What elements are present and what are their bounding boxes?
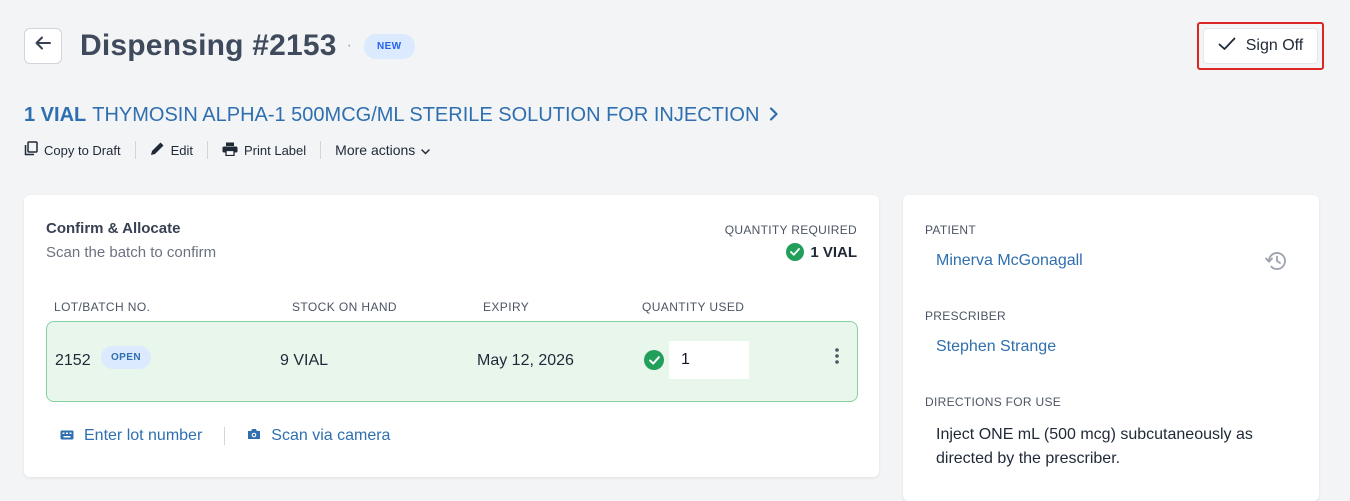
action-bar: Copy to Draft Edit Print Label More acti… [24, 141, 431, 159]
back-button[interactable] [24, 28, 62, 64]
sign-off-button[interactable]: Sign Off [1203, 28, 1318, 64]
scan-via-camera-button[interactable]: Scan via camera [247, 427, 390, 445]
patient-label: PATIENT [925, 223, 976, 237]
lot-entry-actions: Enter lot number Scan via camera [60, 427, 390, 445]
quantity-required-text: 1 VIAL [810, 243, 857, 261]
keyboard-icon [60, 427, 74, 445]
pencil-icon [150, 141, 165, 159]
medication-quantity: 1 VIAL [24, 104, 87, 126]
batch-row[interactable]: 2152 OPEN 9 VIAL May 12, 2026 [46, 321, 858, 402]
check-circle-icon [644, 350, 664, 370]
title-separator: · [346, 37, 352, 54]
divider [207, 141, 208, 159]
edit-label: Edit [170, 142, 193, 158]
quantity-required-value: 1 VIAL [786, 243, 857, 261]
quantity-used-input[interactable] [669, 341, 749, 379]
directions-label: DIRECTIONS FOR USE [925, 395, 1062, 409]
patient-name-link[interactable]: Minerva McGonagall [936, 252, 1083, 270]
arrow-left-icon [34, 34, 52, 58]
chevron-right-icon [769, 104, 779, 127]
card-subtitle: Scan the batch to confirm [46, 244, 217, 261]
medication-link[interactable]: 1 VIAL THYMOSIN ALPHA-1 500MCG/ML STERIL… [24, 104, 779, 127]
copy-icon [24, 141, 38, 159]
divider [320, 141, 322, 159]
divider [134, 141, 136, 159]
lot-number: 2152 [55, 352, 91, 369]
expiry-date: May 12, 2026 [477, 352, 574, 369]
history-icon[interactable] [1265, 251, 1287, 276]
quantity-required-label: QUANTITY REQUIRED [724, 223, 857, 237]
print-label-button[interactable]: Print Label [222, 142, 306, 159]
edit-button[interactable]: Edit [150, 141, 193, 159]
divider [224, 427, 226, 445]
enter-lot-number-button[interactable]: Enter lot number [60, 427, 202, 445]
confirm-allocate-card: Confirm & Allocate Scan the batch to con… [24, 195, 879, 477]
copy-to-draft-label: Copy to Draft [44, 142, 121, 158]
more-actions-label: More actions [335, 142, 416, 158]
card-title: Confirm & Allocate [46, 220, 181, 237]
camera-icon [247, 427, 261, 445]
directions-text: Inject ONE mL (500 mcg) subcutaneously a… [936, 426, 1253, 467]
column-header-lot: LOT/BATCH NO. [54, 300, 151, 314]
stock-on-hand: 9 VIAL [280, 352, 329, 369]
more-vertical-icon[interactable] [835, 348, 839, 367]
column-header-stock: STOCK ON HAND [292, 300, 397, 314]
sign-off-label: Sign Off [1245, 37, 1304, 54]
more-actions-dropdown[interactable]: More actions [335, 142, 431, 158]
prescriber-label: PRESCRIBER [925, 309, 1007, 323]
column-header-quantity-used: QUANTITY USED [642, 300, 745, 314]
status-badge: NEW [363, 33, 415, 59]
page-title: Dispensing #2153 [80, 29, 337, 62]
prescription-details-card: PATIENT Minerva McGonagall PRESCRIBER St… [903, 195, 1319, 501]
page-header: Dispensing #2153 · NEW [24, 28, 415, 64]
copy-to-draft-button[interactable]: Copy to Draft [24, 141, 121, 159]
lot-status-badge: OPEN [101, 346, 151, 369]
check-circle-icon [786, 243, 805, 261]
printer-icon [222, 142, 238, 159]
sign-off-highlight: Sign Off [1197, 22, 1324, 70]
print-label-label: Print Label [244, 142, 307, 158]
check-icon [1218, 37, 1236, 56]
column-header-expiry: EXPIRY [483, 300, 530, 314]
medication-name: THYMOSIN ALPHA-1 500MCG/ML STERILE SOLUT… [92, 104, 760, 126]
scan-via-camera-label: Scan via camera [271, 427, 391, 444]
prescriber-name-link[interactable]: Stephen Strange [936, 338, 1056, 356]
enter-lot-number-label: Enter lot number [84, 427, 203, 444]
chevron-down-icon [421, 143, 431, 158]
